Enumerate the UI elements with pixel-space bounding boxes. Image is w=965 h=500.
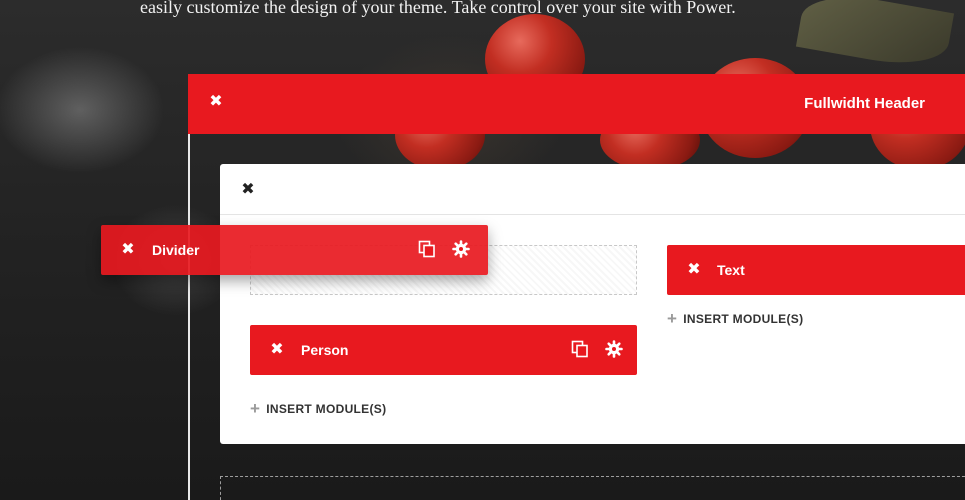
close-icon[interactable]: ✖ (208, 94, 224, 110)
module-tools (418, 240, 470, 258)
duplicate-icon[interactable] (571, 340, 589, 358)
plus-icon: + (667, 309, 678, 328)
person-module[interactable]: ✖ Person (250, 325, 637, 375)
close-icon[interactable]: ✖ (120, 242, 136, 258)
module-label: Divider (152, 242, 200, 258)
divider-module-dragging[interactable]: ✖ Divider (101, 225, 488, 275)
duplicate-icon[interactable] (418, 240, 436, 258)
section-title: Fullwidht Header (804, 95, 925, 112)
close-icon[interactable]: ✖ (269, 342, 285, 358)
insert-module-label: INSERT MODULE(S) (266, 402, 387, 416)
module-label: Person (301, 342, 349, 358)
row-panel: ✖ ✖ Person + INSERT MODULE(S) ✖ Text + I… (220, 164, 965, 444)
insert-module-button-left[interactable]: + INSERT MODULE(S) (250, 399, 387, 418)
gear-icon[interactable] (452, 240, 470, 258)
section-header[interactable]: ✖ Fullwidht Header (188, 74, 965, 134)
gear-icon[interactable] (605, 340, 623, 358)
close-icon[interactable]: ✖ (240, 182, 256, 198)
page-tagline: easily customize the design of your them… (140, 0, 736, 17)
insert-module-button-right[interactable]: + INSERT MODULE(S) (667, 309, 804, 328)
section-divider-line (188, 134, 190, 500)
text-module[interactable]: ✖ Text (667, 245, 965, 295)
close-icon[interactable]: ✖ (686, 262, 702, 278)
row-toolbar: ✖ (220, 164, 965, 215)
leaf-decoration (795, 0, 955, 73)
plus-icon: + (250, 399, 261, 418)
module-tools (571, 340, 623, 358)
next-row-placeholder[interactable] (220, 476, 965, 500)
module-label: Text (717, 262, 745, 278)
insert-module-label: INSERT MODULE(S) (683, 312, 804, 326)
